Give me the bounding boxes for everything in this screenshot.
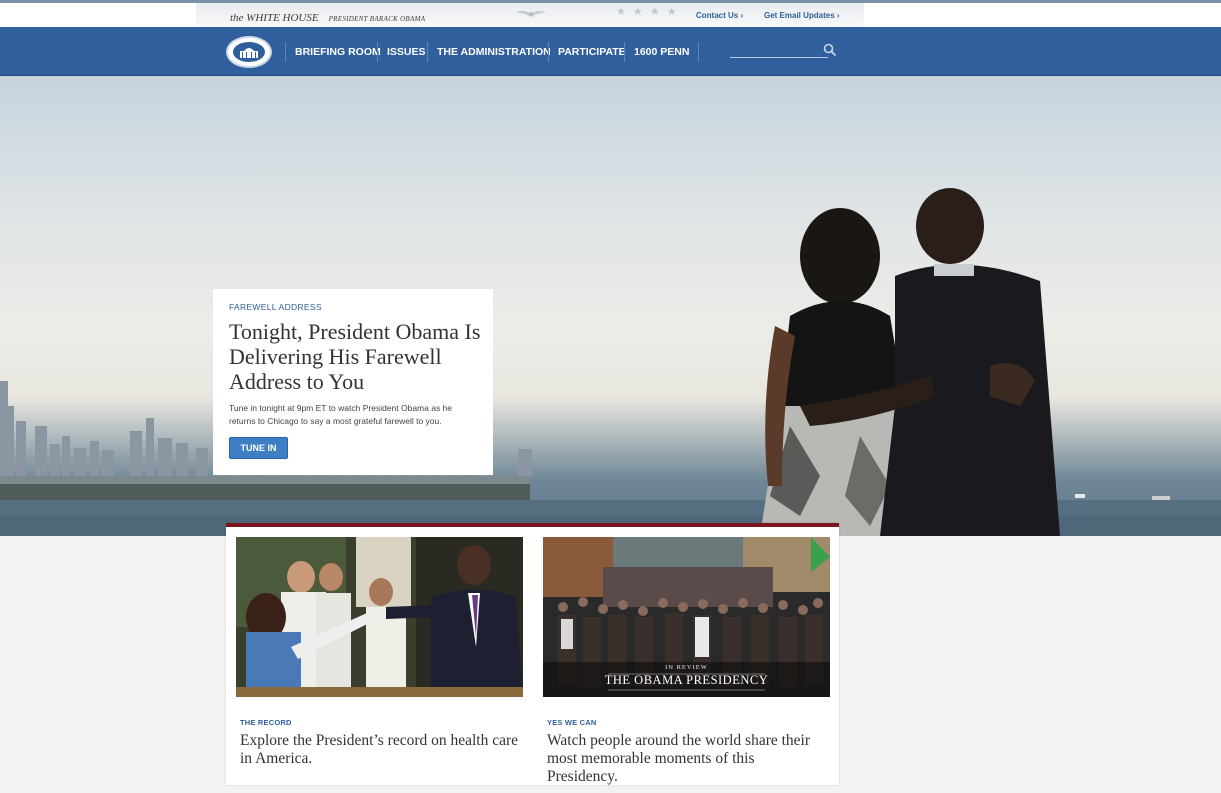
tune-in-button[interactable]: TUNE IN [229,437,288,459]
contact-us-link[interactable]: Contact Us › [696,11,743,20]
story-kicker[interactable]: YES WE CAN [547,718,597,727]
story-title[interactable]: Watch people around the world share thei… [547,732,827,786]
nav-issues[interactable]: ISSUES [377,42,426,62]
story-kicker[interactable]: THE RECORD [240,718,292,727]
site-logo[interactable]: the WHITE HOUSE PRESIDENT BARACK OBAMA [230,8,425,26]
hero-banner: FAREWELL ADDRESS Tonight, President Obam… [0,76,1221,536]
hero-photo [0,188,1221,536]
feature-description: Tune in tonight at 9pm ET to watch Presi… [229,403,453,426]
seal-inner [233,42,265,62]
main-navigation: BRIEFING ROOM ISSUES THE ADMINISTRATION … [0,27,1221,76]
nav-the-administration[interactable]: THE ADMINISTRATION [427,42,551,62]
brand-name: the WHITE HOUSE [230,12,319,24]
nav-1600-penn[interactable]: 1600 PENN [624,42,700,62]
story-image-presidency[interactable]: IN REVIEW THE OBAMA PRESIDENCY [543,537,830,697]
top-banner: the WHITE HOUSE PRESIDENT BARACK OBAMA ★… [196,3,864,27]
overlay-in-review: IN REVIEW [665,664,708,671]
white-house-seal-icon[interactable] [226,36,272,68]
story-image-health-care[interactable] [236,537,523,697]
email-updates-label: Get Email Updates [764,11,835,20]
health-care-photo [236,537,523,697]
nav-briefing-room[interactable]: BRIEFING ROOM [285,42,381,62]
nav-participate[interactable]: PARTICIPATE [548,42,626,62]
building-icon [240,48,258,58]
feature-kicker[interactable]: FAREWELL ADDRESS [229,302,322,312]
top-utility-bar: the WHITE HOUSE PRESIDENT BARACK OBAMA ★… [0,0,1221,27]
email-updates-link[interactable]: Get Email Updates › [764,11,840,20]
search-input[interactable] [730,57,828,58]
search-icon[interactable] [823,43,837,57]
story-title[interactable]: Explore the President’s record on health… [240,732,520,768]
feature-headline[interactable]: Tonight, President Obama Is Delivering H… [229,319,487,394]
stars-decoration: ★ ★ ★ ★ [616,6,679,18]
eagle-icon [516,10,546,17]
overlay-the-obama-presidency: THE OBAMA PRESIDENCY [604,673,769,687]
featured-stories-panel: THE RECORD Explore the President’s recor… [226,523,839,785]
feature-card: FAREWELL ADDRESS Tonight, President Obam… [213,289,493,475]
contact-us-label: Contact Us [696,11,739,20]
brand-subtitle: PRESIDENT BARACK OBAMA [328,15,426,23]
